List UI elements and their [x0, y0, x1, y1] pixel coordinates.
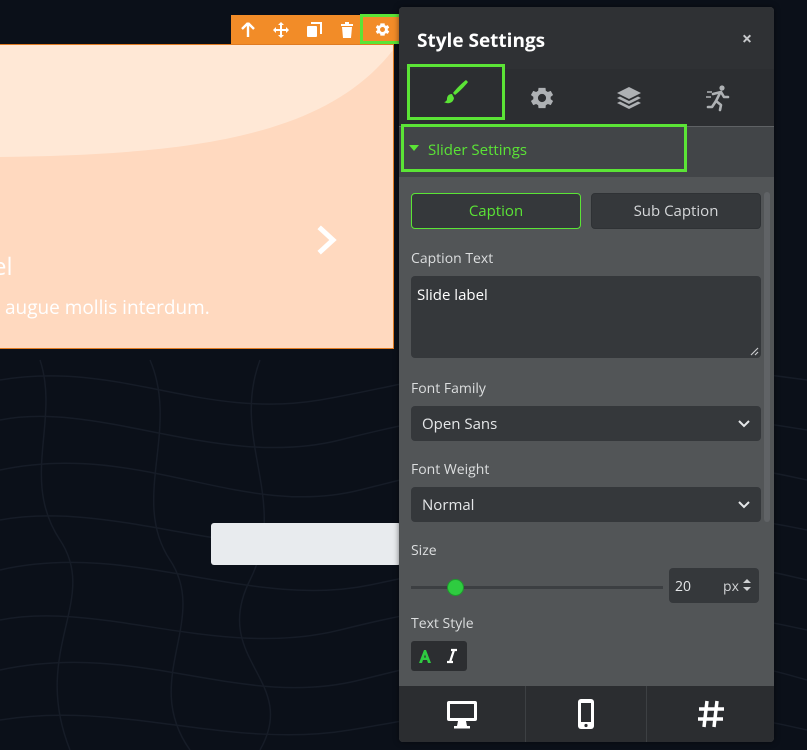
- gear-icon: [375, 22, 390, 36]
- slide-subcaption: augue mollis interdum.: [5, 294, 210, 320]
- spinner-icon[interactable]: [743, 578, 751, 592]
- content-block: [211, 523, 401, 565]
- bold-button[interactable]: [411, 641, 438, 671]
- size-unit: px: [723, 577, 739, 596]
- drag-button[interactable]: [264, 15, 297, 44]
- bold-a-icon: [418, 650, 431, 663]
- panel-title: Style Settings: [417, 27, 546, 53]
- size-input[interactable]: 20 px: [669, 568, 759, 603]
- panel-header: Style Settings ×: [399, 7, 774, 69]
- layers-icon: [617, 86, 641, 109]
- font-family-label: Font Family: [411, 379, 486, 398]
- gear-icon: [530, 87, 554, 108]
- slide-wave-decoration: [0, 45, 393, 157]
- caption-text-label: Caption Text: [411, 249, 494, 268]
- desktop-icon: [447, 701, 477, 729]
- font-family-select[interactable]: Open Sans: [411, 406, 761, 441]
- mobile-view-button[interactable]: [526, 686, 647, 742]
- size-slider-thumb[interactable]: [447, 579, 464, 596]
- slide-caption: el: [0, 250, 13, 283]
- italic-button[interactable]: [438, 641, 465, 671]
- mobile-icon: [578, 699, 594, 729]
- carousel-slide[interactable]: el augue mollis interdum.: [0, 44, 394, 349]
- size-label: Size: [411, 541, 437, 560]
- move-up-button[interactable]: [231, 15, 264, 44]
- caption-text-input[interactable]: Slide label: [411, 276, 761, 358]
- tab-caption[interactable]: Caption: [411, 193, 581, 229]
- caret-down-icon: [409, 145, 419, 151]
- arrow-up-icon: [240, 21, 255, 37]
- font-weight-label: Font Weight: [411, 460, 490, 479]
- size-value: 20: [675, 577, 692, 596]
- duplicate-button[interactable]: [297, 15, 330, 44]
- chevron-down-icon: [738, 419, 750, 427]
- move-icon: [272, 21, 289, 38]
- resize-handle-icon[interactable]: [750, 347, 759, 356]
- chevron-down-icon: [738, 500, 750, 508]
- hash-icon: [697, 700, 724, 728]
- style-settings-panel: Style Settings × Slider Settings Caption…: [399, 7, 774, 742]
- slider-settings-section[interactable]: Slider Settings: [399, 124, 774, 177]
- device-footer: [399, 686, 774, 742]
- text-style-label: Text Style: [411, 614, 474, 633]
- delete-button[interactable]: [330, 15, 363, 44]
- font-family-value: Open Sans: [422, 413, 498, 434]
- close-icon[interactable]: ×: [739, 29, 755, 49]
- font-weight-value: Normal: [422, 494, 475, 515]
- section-title: Slider Settings: [428, 140, 528, 160]
- brush-icon: [444, 80, 468, 104]
- desktop-view-button[interactable]: [399, 686, 526, 742]
- tab-style[interactable]: [407, 64, 505, 120]
- panel-tabs: [399, 64, 774, 126]
- custom-view-button[interactable]: [647, 686, 774, 742]
- font-weight-select[interactable]: Normal: [411, 487, 761, 522]
- scrollbar[interactable]: [764, 192, 770, 522]
- chevron-right-icon[interactable]: [313, 225, 341, 255]
- tab-layers[interactable]: [582, 69, 676, 126]
- trash-icon: [340, 21, 353, 38]
- text-style-group: [411, 641, 467, 671]
- copy-icon: [306, 21, 322, 37]
- tab-animation[interactable]: [671, 69, 765, 126]
- tab-sub-caption[interactable]: Sub Caption: [591, 193, 761, 229]
- italic-icon: [446, 648, 457, 664]
- caption-text-value: Slide label: [417, 285, 488, 305]
- tab-settings[interactable]: [495, 69, 589, 126]
- animation-icon: [706, 84, 730, 111]
